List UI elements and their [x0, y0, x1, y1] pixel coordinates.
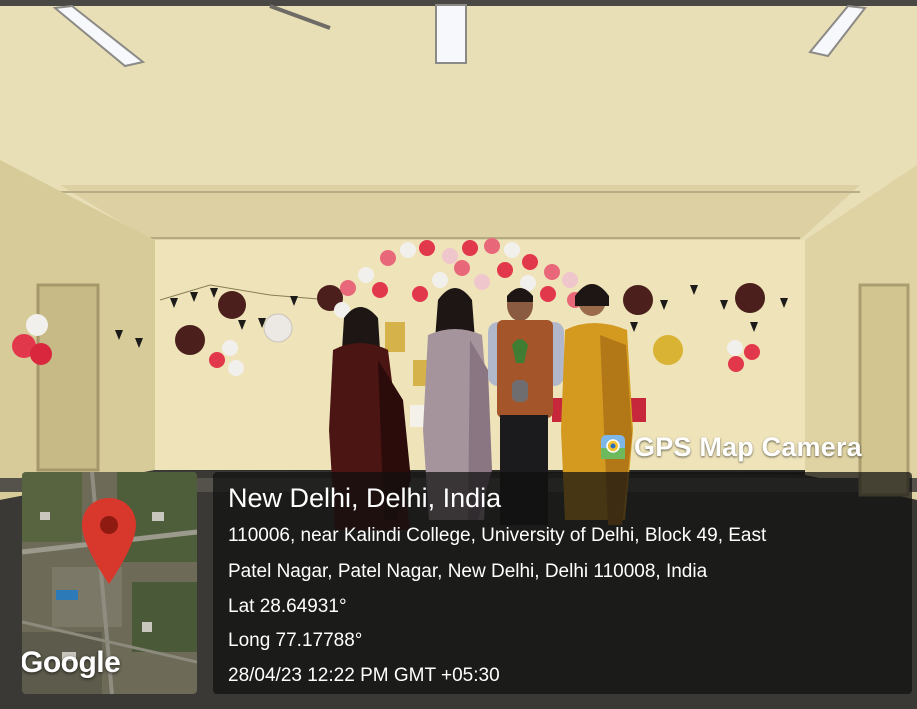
address-line-1: 110006, near Kalindi College, University… [228, 525, 767, 546]
location-title: New Delhi, Delhi, India [228, 483, 502, 513]
google-logo: Google [22, 646, 121, 679]
gps-map-camera-badge: GPS Map Camera [600, 432, 862, 462]
gps-map-camera-icon [601, 435, 625, 459]
timestamp: 28/04/23 12:22 PM GMT +05:30 [228, 665, 500, 686]
latitude: Lat 28.64931° [228, 596, 347, 617]
left-door [36, 283, 100, 472]
longitude: Long 77.17788° [228, 630, 363, 651]
right-door [858, 283, 910, 497]
map-pin-icon [82, 498, 136, 584]
location-map: Google [22, 472, 197, 694]
address-line-2: Patel Nagar, Patel Nagar, New Delhi, Del… [228, 561, 708, 582]
badge-text: GPS Map Camera [634, 431, 862, 462]
location-info-panel: New Delhi, Delhi, India 110006, near Kal… [213, 472, 912, 694]
ceiling-beam [60, 185, 860, 240]
